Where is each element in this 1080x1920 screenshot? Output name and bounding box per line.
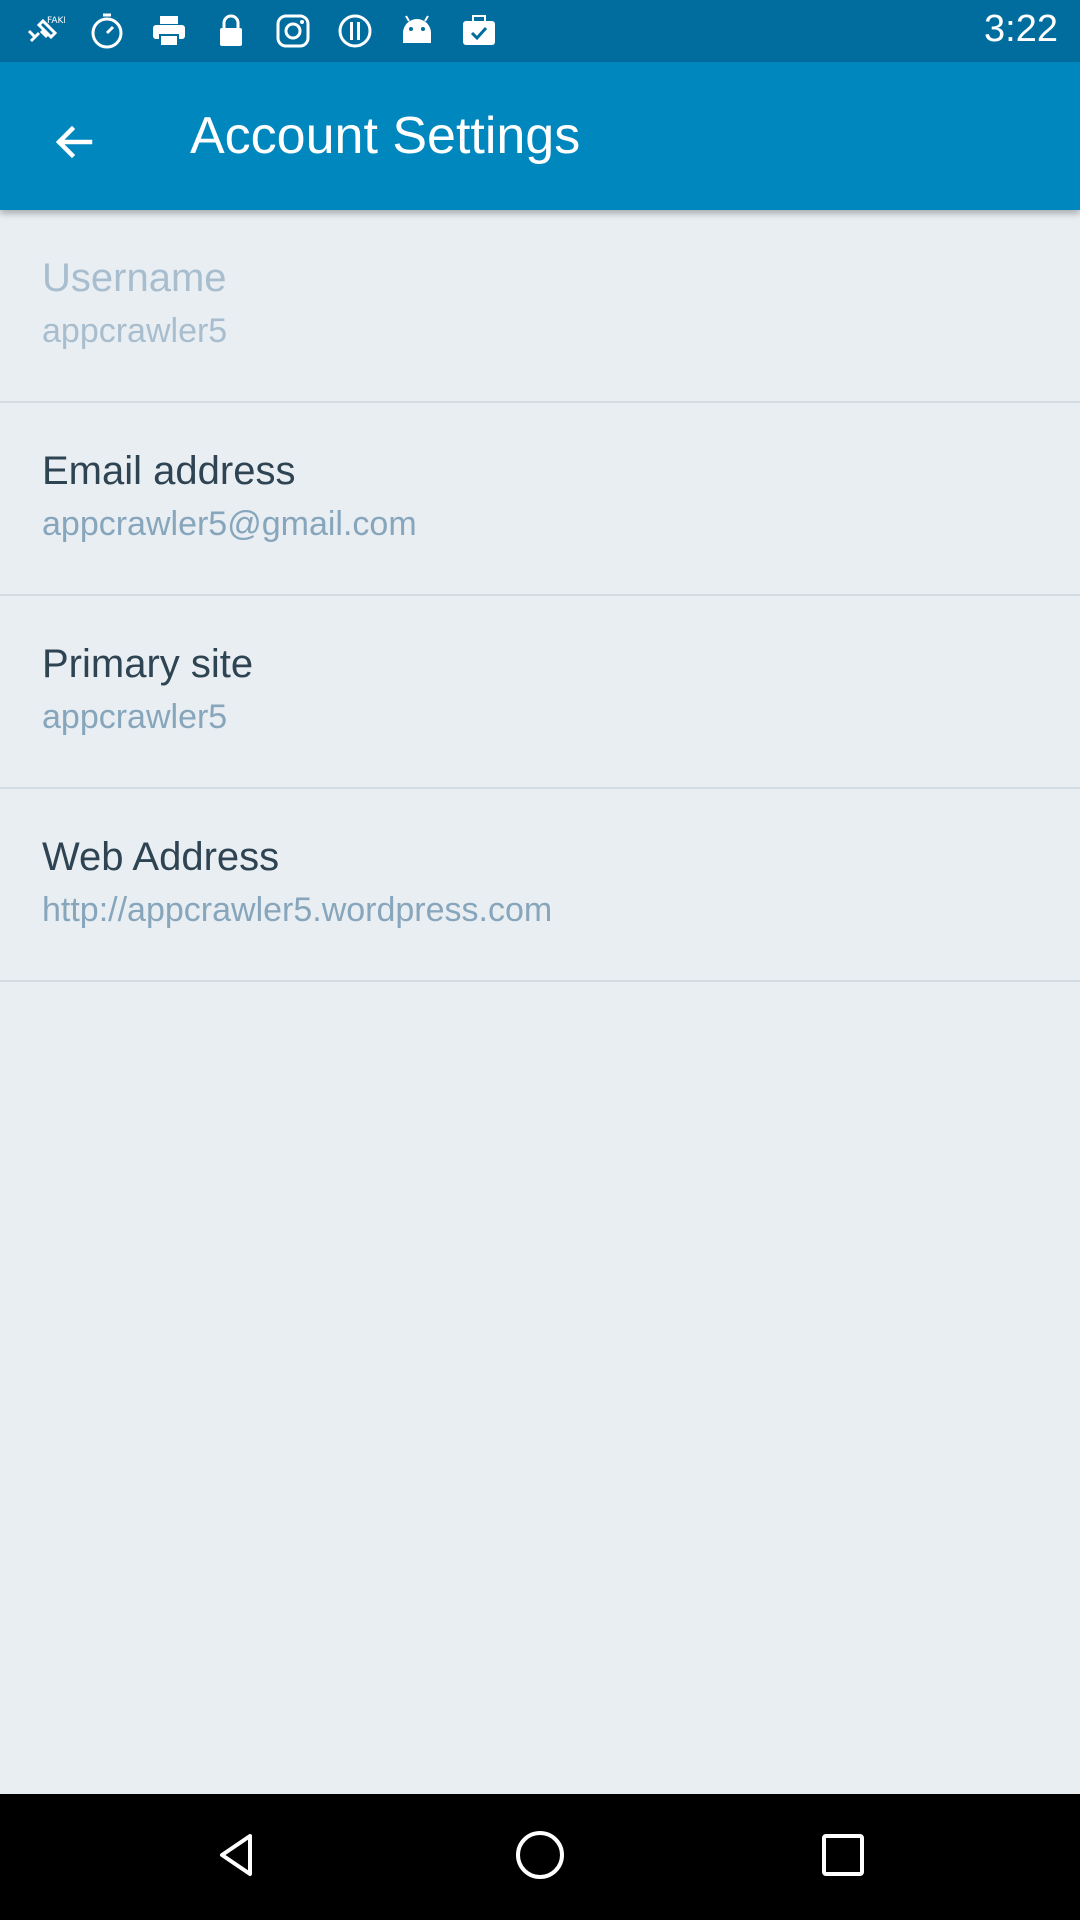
- setting-value: http://appcrawler5.wordpress.com: [42, 891, 553, 929]
- gps-fake-icon: FAKE: [24, 10, 66, 52]
- recents-square-icon: [819, 1831, 867, 1884]
- nav-home-button[interactable]: [505, 1822, 575, 1892]
- app-bar: Account Settings: [0, 62, 1080, 210]
- page-title: Account Settings: [190, 107, 581, 165]
- back-button[interactable]: [32, 102, 116, 186]
- setting-value: appcrawler5: [42, 312, 228, 350]
- setting-web-address[interactable]: Web Address http://appcrawler5.wordpress…: [0, 789, 1080, 982]
- svg-text:FAKE: FAKE: [47, 16, 65, 26]
- settings-list: Username appcrawler5 Email address appcr…: [0, 210, 1080, 982]
- setting-value: appcrawler5@gmail.com: [42, 505, 417, 543]
- setting-label: Email address: [42, 449, 296, 493]
- navigation-bar: [0, 1794, 1080, 1920]
- setting-primary-site[interactable]: Primary site appcrawler5: [0, 596, 1080, 789]
- stopwatch-icon: [86, 10, 128, 52]
- back-triangle-icon: [212, 1830, 262, 1885]
- setting-username: Username appcrawler5: [0, 210, 1080, 403]
- android-icon: [396, 10, 438, 52]
- briefcase-check-icon: [458, 10, 500, 52]
- nav-recents-button[interactable]: [808, 1822, 878, 1892]
- printer-icon: [148, 10, 190, 52]
- lock-icon: [210, 10, 252, 52]
- nav-back-button[interactable]: [202, 1822, 272, 1892]
- setting-label: Username: [42, 256, 227, 300]
- instagram-icon: [272, 10, 314, 52]
- info-icon: [334, 10, 376, 52]
- status-icons: FAKE: [24, 10, 500, 52]
- setting-label: Web Address: [42, 835, 280, 879]
- status-bar: FAKE 3:22: [0, 0, 1080, 62]
- setting-value: appcrawler5: [42, 698, 228, 736]
- setting-label: Primary site: [42, 642, 254, 686]
- status-time: 3:22: [984, 8, 1058, 50]
- setting-email-address[interactable]: Email address appcrawler5@gmail.com: [0, 403, 1080, 596]
- home-circle-icon: [513, 1828, 567, 1887]
- arrow-left-icon: [50, 118, 98, 171]
